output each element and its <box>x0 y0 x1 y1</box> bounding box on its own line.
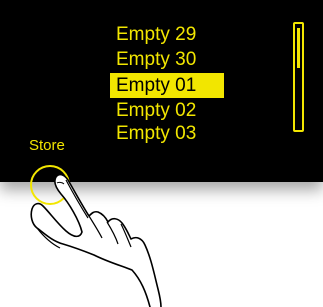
store-button[interactable] <box>30 165 70 205</box>
list-item[interactable]: Empty 29 <box>116 22 224 47</box>
scrollbar-thumb[interactable] <box>297 28 300 68</box>
list-item[interactable]: Empty 02 <box>116 98 224 123</box>
memory-list[interactable]: Empty 29 Empty 30 Empty 01 Empty 02 Empt… <box>0 0 323 182</box>
list-item[interactable]: Empty 03 <box>116 121 224 146</box>
store-label: Store <box>29 137 65 154</box>
list-item-selected[interactable]: Empty 01 <box>110 73 224 98</box>
device-screen: Empty 29 Empty 30 Empty 01 Empty 02 Empt… <box>0 0 323 182</box>
scrollbar[interactable] <box>293 22 304 132</box>
list-item[interactable]: Empty 30 <box>116 47 224 72</box>
